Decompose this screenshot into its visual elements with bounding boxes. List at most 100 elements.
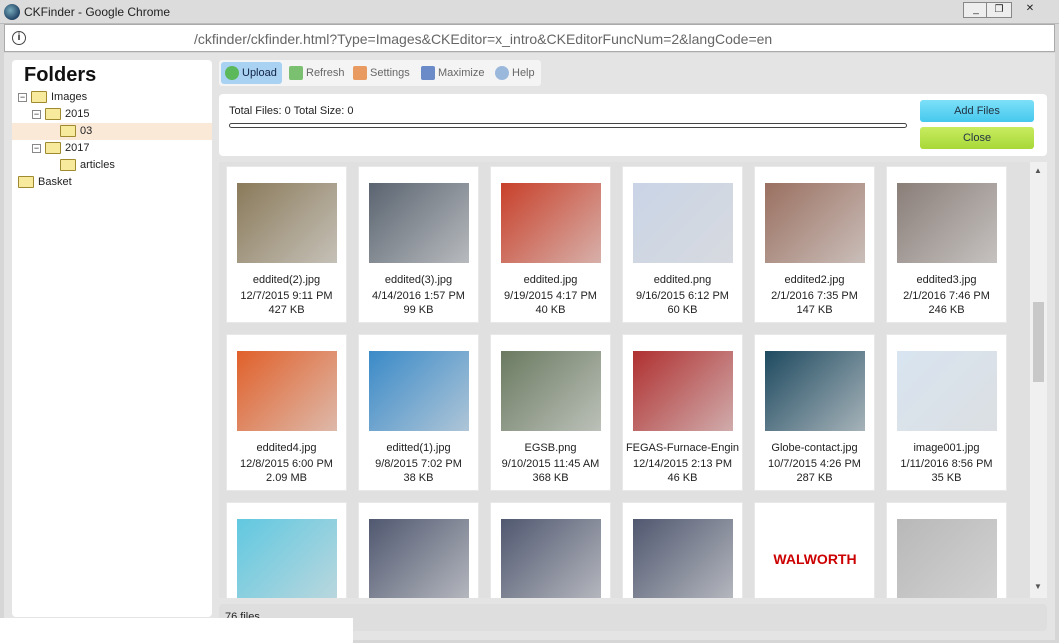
file-name: editted(1).jpg: [386, 442, 451, 454]
file-card[interactable]: [226, 502, 347, 598]
file-size: 368 KB: [532, 472, 569, 484]
upload-button[interactable]: Upload: [221, 62, 282, 84]
file-thumbnail[interactable]: [765, 351, 865, 431]
file-card[interactable]: eddited2.jpg 2/1/2016 7:35 PM 147 KB: [754, 166, 875, 323]
file-card[interactable]: eddited3.jpg 2/1/2016 7:46 PM 246 KB: [886, 166, 1007, 323]
file-card[interactable]: [490, 502, 611, 598]
file-thumbnail[interactable]: [369, 183, 469, 263]
file-card[interactable]: eddited(3).jpg 4/14/2016 1:57 PM 99 KB: [358, 166, 479, 323]
file-card[interactable]: EGSB.png 9/10/2015 11:45 AM 368 KB: [490, 334, 611, 491]
settings-button[interactable]: Settings: [349, 62, 410, 84]
file-card[interactable]: FEGAS-Furnace-Engin 12/14/2015 2:13 PM 4…: [622, 334, 743, 491]
file-card[interactable]: eddited.jpg 9/19/2015 4:17 PM 40 KB: [490, 166, 611, 323]
collapse-toggle-icon[interactable]: −: [32, 109, 41, 119]
folder-label: 03: [80, 125, 93, 137]
folder-label: 2017: [65, 142, 90, 154]
title-bar: CKFinder - Google Chrome _ ❐ ✕: [0, 0, 1059, 24]
address-bar[interactable]: i /ckfinder/ckfinder.html?Type=Images&CK…: [4, 24, 1055, 52]
folder-label: articles: [80, 159, 115, 171]
file-size: 287 KB: [796, 472, 833, 484]
close-upload-button[interactable]: Close: [920, 127, 1034, 149]
restore-button[interactable]: ❐: [986, 2, 1012, 18]
folder-2017[interactable]: − 2017: [32, 140, 89, 157]
maximize-label: Maximize: [438, 67, 485, 79]
folder-icon: [60, 159, 76, 172]
file-date: 2/1/2016 7:35 PM: [771, 290, 858, 302]
file-thumbnail[interactable]: [633, 351, 733, 431]
upload-totals: Total Files: 0 Total Size: 0: [229, 105, 354, 117]
folder-icon: [60, 125, 76, 138]
folder-images[interactable]: − Images: [18, 89, 87, 106]
file-card[interactable]: eddited(2).jpg 12/7/2015 9:11 PM 427 KB: [226, 166, 347, 323]
grid-scrollbar[interactable]: ▲ ▼: [1030, 162, 1047, 598]
folder-03[interactable]: 03: [12, 123, 212, 140]
file-date: 9/10/2015 11:45 AM: [501, 458, 600, 470]
file-size: 46 KB: [667, 472, 698, 484]
collapse-toggle-icon[interactable]: −: [18, 92, 27, 102]
file-card[interactable]: WALWORTH: [754, 502, 875, 598]
file-name: eddited.jpg: [523, 274, 578, 286]
file-thumbnail[interactable]: [897, 519, 997, 598]
file-date: 12/8/2015 6:00 PM: [240, 458, 333, 470]
file-card[interactable]: eddited.png 9/16/2015 6:12 PM 60 KB: [622, 166, 743, 323]
file-date: 10/7/2015 4:26 PM: [768, 458, 861, 470]
file-thumbnail[interactable]: [765, 183, 865, 263]
info-icon[interactable]: i: [12, 31, 26, 45]
folder-2015[interactable]: − 2015: [32, 106, 89, 123]
file-date: 2/1/2016 7:46 PM: [903, 290, 990, 302]
folders-title: Folders: [24, 64, 97, 86]
collapse-toggle-icon[interactable]: −: [32, 143, 41, 153]
file-size: 147 KB: [796, 304, 833, 316]
file-thumbnail[interactable]: [633, 519, 733, 598]
file-card[interactable]: [622, 502, 743, 598]
refresh-button[interactable]: Refresh: [285, 62, 345, 84]
file-thumbnail[interactable]: [501, 183, 601, 263]
scrollbar-thumb[interactable]: [1033, 302, 1044, 382]
maximize-button[interactable]: Maximize: [417, 62, 484, 84]
file-name: eddited3.jpg: [916, 274, 977, 286]
file-card[interactable]: eddited4.jpg 12/8/2015 6:00 PM 2.09 MB: [226, 334, 347, 491]
refresh-label: Refresh: [306, 67, 345, 79]
close-window-button[interactable]: ✕: [1010, 2, 1050, 18]
file-card[interactable]: [358, 502, 479, 598]
refresh-icon: [289, 66, 303, 81]
file-date: 9/8/2015 7:02 PM: [375, 458, 462, 470]
file-card[interactable]: editted(1).jpg 9/8/2015 7:02 PM 38 KB: [358, 334, 479, 491]
file-date: 12/14/2015 2:13 PM: [632, 458, 733, 470]
help-icon: [495, 66, 509, 81]
file-thumbnail[interactable]: [633, 183, 733, 263]
upload-icon: [225, 66, 239, 81]
file-name: eddited2.jpg: [784, 274, 845, 286]
file-card[interactable]: Globe-contact.jpg 10/7/2015 4:26 PM 287 …: [754, 334, 875, 491]
upload-progress-bar: [229, 123, 907, 128]
file-date: 9/16/2015 6:12 PM: [636, 290, 729, 302]
scroll-down-icon[interactable]: ▼: [1034, 582, 1042, 591]
file-date: 9/19/2015 4:17 PM: [504, 290, 597, 302]
folder-icon: [45, 108, 61, 121]
file-card[interactable]: [886, 502, 1007, 598]
file-thumbnail[interactable]: [237, 183, 337, 263]
folder-label: Basket: [38, 176, 72, 188]
file-thumbnail[interactable]: [897, 351, 997, 431]
file-thumbnail[interactable]: [369, 351, 469, 431]
folder-articles[interactable]: articles: [46, 157, 115, 174]
file-thumbnail[interactable]: [501, 519, 601, 598]
folder-basket[interactable]: Basket: [18, 174, 72, 191]
folders-panel: Folders − Images −2015 03 − 2017 articles Baske…: [12, 60, 212, 617]
file-thumbnail[interactable]: [237, 351, 337, 431]
file-thumbnail[interactable]: [237, 519, 337, 598]
file-thumbnail[interactable]: [501, 351, 601, 431]
scroll-up-icon[interactable]: ▲: [1034, 166, 1042, 175]
file-name: eddited4.jpg: [256, 442, 317, 454]
file-thumbnail[interactable]: WALWORTH: [765, 519, 865, 598]
file-name: eddited(3).jpg: [384, 274, 453, 286]
file-thumbnail[interactable]: [369, 519, 469, 598]
file-card[interactable]: image001.jpg 1/11/2016 8:56 PM 35 KB: [886, 334, 1007, 491]
url-text[interactable]: /ckfinder/ckfinder.html?Type=Images&CKEd…: [194, 31, 772, 47]
file-size: 35 KB: [931, 472, 962, 484]
add-files-button[interactable]: Add Files: [920, 100, 1034, 122]
file-size: 99 KB: [403, 304, 434, 316]
help-button[interactable]: Help: [491, 62, 535, 84]
file-size: 38 KB: [403, 472, 434, 484]
file-thumbnail[interactable]: [897, 183, 997, 263]
